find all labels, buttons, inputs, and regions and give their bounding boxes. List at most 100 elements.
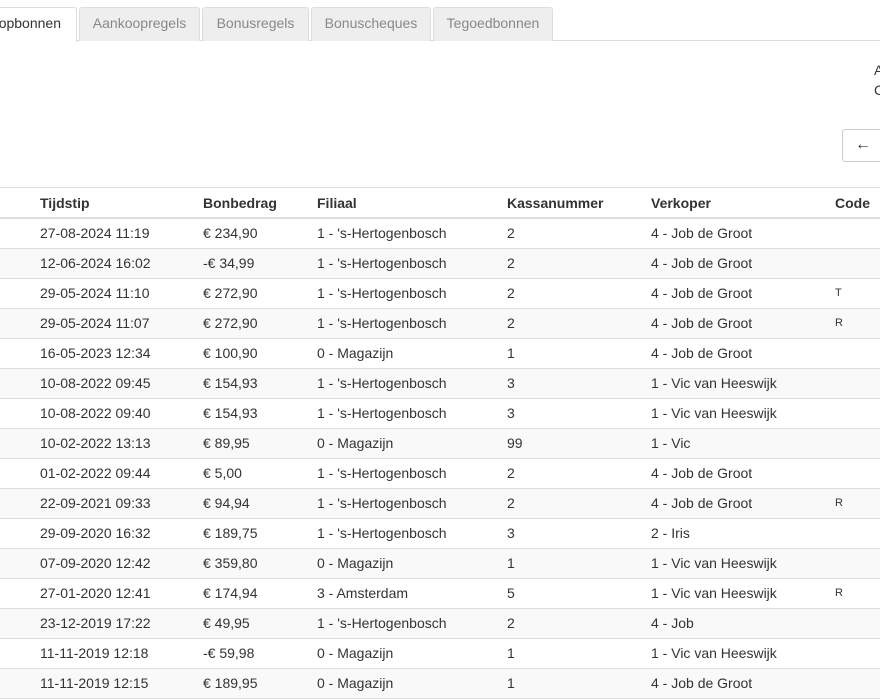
arrow-left-icon: ← <box>855 136 871 153</box>
table-row[interactable]: 01-02-2022 09:44 € 5,00 1 - 's-Hertogenbos… <box>0 459 880 489</box>
cell-amount: € 94,94 <box>203 495 250 511</box>
cell-seller: 2 - Iris <box>651 525 690 541</box>
cell-register: 1 <box>507 645 515 661</box>
table-row[interactable]: 29-05-2024 11:07 € 272,90 1 - 's-Hertogenb… <box>0 309 880 339</box>
table-row[interactable]: 22-09-2021 09:33 € 94,94 1 - 's-Hertogenbo… <box>0 489 880 519</box>
side-info-line-1: A <box>874 62 880 78</box>
cell-register: 1 <box>507 555 515 571</box>
tab-bonusregels[interactable]: Bonusregels <box>202 7 309 41</box>
cell-time: 23-12-2019 17:22 <box>40 615 151 631</box>
cell-seller: 1 - Vic van Heeswijk <box>651 585 777 601</box>
table-row[interactable]: 16-05-2023 12:34 € 100,90 0 - Magazijn 1 4 -… <box>0 339 880 369</box>
header-time[interactable]: Tijdstip <box>40 188 90 218</box>
cell-time: 01-02-2022 09:44 <box>40 465 151 481</box>
cell-branch: 3 - Amsterdam <box>317 585 409 601</box>
cell-time: 29-05-2024 11:07 <box>40 315 150 331</box>
side-info-line-2: C <box>874 82 880 98</box>
cell-amount: € 49,95 <box>203 615 250 631</box>
cell-register: 99 <box>507 435 523 451</box>
table-row[interactable]: 10-08-2022 09:45 € 154,93 1 - 's-Hertogenb… <box>0 369 880 399</box>
tab-verkoopbonnen[interactable]: opbonnen <box>0 7 77 42</box>
cell-amount: € 359,80 <box>203 555 258 571</box>
tab-label: opbonnen <box>0 15 61 31</box>
cell-register: 5 <box>507 585 515 601</box>
cell-seller: 1 - Vic van Heeswijk <box>651 555 777 571</box>
cell-register: 2 <box>507 285 515 301</box>
cell-register: 2 <box>507 255 515 271</box>
header-register[interactable]: Kassanummer <box>507 188 604 218</box>
cell-seller: 1 - Vic van Heeswijk <box>651 405 777 421</box>
cell-branch: 1 - 's-Hertogenbosch <box>317 255 447 271</box>
cell-time: 12-06-2024 16:02 <box>40 255 151 271</box>
cell-branch: 1 - 's-Hertogenbosch <box>317 525 447 541</box>
cell-seller: 1 - Vic <box>651 435 691 451</box>
table-row[interactable]: 11-11-2019 12:18 -€ 59,98 0 - Magazijn 1 1 -… <box>0 639 880 669</box>
cell-register: 1 <box>507 675 515 691</box>
cell-register: 3 <box>507 525 515 541</box>
cell-amount: € 272,90 <box>203 285 258 301</box>
table-header-row: Tijdstip Bonbedrag Filiaal Kassanummer V… <box>0 188 880 219</box>
cell-branch: 1 - 's-Hertogenbosch <box>317 285 447 301</box>
cell-branch: 1 - 's-Hertogenbosch <box>317 225 447 241</box>
table-row[interactable]: 07-09-2020 12:42 € 359,80 0 - Magazijn 1 1 -… <box>0 549 880 579</box>
table-row[interactable]: 11-11-2019 12:15 € 189,95 0 - Magazijn 1 4 -… <box>0 669 880 699</box>
table-row[interactable]: 29-09-2020 16:32 € 189,75 1 - 's-Hertogenb… <box>0 519 880 549</box>
cell-register: 2 <box>507 225 515 241</box>
cell-register: 3 <box>507 375 515 391</box>
cell-seller: 4 - Job de Groot <box>651 315 753 331</box>
cell-register: 1 <box>507 345 515 361</box>
table-row[interactable]: 27-01-2020 12:41 € 174,94 3 - Amsterdam 5 1 … <box>0 579 880 609</box>
cell-amount: -€ 34,99 <box>203 255 255 271</box>
cell-amount: € 154,93 <box>203 375 258 391</box>
cell-amount: € 154,93 <box>203 405 258 421</box>
cell-branch: 0 - Magazijn <box>317 675 394 691</box>
cell-seller: 4 - Job de Groot <box>651 675 753 691</box>
cell-seller: 4 - Job de Groot <box>651 495 753 511</box>
tab-tegoedbonnen[interactable]: Tegoedbonnen <box>433 7 553 41</box>
tab-aankoopregels[interactable]: Aankoopregels <box>79 7 200 41</box>
cell-time: 10-08-2022 09:40 <box>40 405 151 421</box>
table-row[interactable]: 10-02-2022 13:13 € 89,95 0 - Magazijn 99 1 -… <box>0 429 880 459</box>
cell-branch: 0 - Magazijn <box>317 345 394 361</box>
header-amount[interactable]: Bonbedrag <box>203 188 277 218</box>
cell-amount: € 5,00 <box>203 465 242 481</box>
previous-button[interactable]: ← <box>842 129 880 162</box>
table-row[interactable]: 29-05-2024 11:10 € 272,90 1 - 's-Hertogenb… <box>0 279 880 309</box>
tab-bonuscheques[interactable]: Bonuscheques <box>311 7 431 41</box>
cell-time: 16-05-2023 12:34 <box>40 345 151 361</box>
cell-register: 2 <box>507 465 515 481</box>
cell-register: 2 <box>507 315 515 331</box>
tab-bar: opbonnen Aankoopregels Bonusregels Bonus… <box>0 0 880 42</box>
cell-branch: 0 - Magazijn <box>317 645 394 661</box>
receipts-table: Tijdstip Bonbedrag Filiaal Kassanummer V… <box>0 187 880 699</box>
table-row[interactable]: 27-08-2024 11:19 € 234,90 1 - 's-Hertogenb… <box>0 219 880 249</box>
cell-branch: 0 - Magazijn <box>317 435 394 451</box>
table-row[interactable]: 23-12-2019 17:22 € 49,95 1 - 's-Hertogenbo… <box>0 609 880 639</box>
cell-register: 2 <box>507 615 515 631</box>
cell-time: 11-11-2019 12:15 <box>40 675 149 691</box>
cell-code: T <box>835 287 842 299</box>
cell-amount: € 174,94 <box>203 585 258 601</box>
cell-code: R <box>835 587 843 599</box>
cell-register: 2 <box>507 495 515 511</box>
cell-amount: € 234,90 <box>203 225 258 241</box>
cell-seller: 1 - Vic van Heeswijk <box>651 645 777 661</box>
cell-time: 29-09-2020 16:32 <box>40 525 151 541</box>
cell-time: 27-01-2020 12:41 <box>40 585 151 601</box>
cell-register: 3 <box>507 405 515 421</box>
header-branch[interactable]: Filiaal <box>317 188 357 218</box>
cell-time: 07-09-2020 12:42 <box>40 555 151 571</box>
header-code[interactable]: Code <box>835 188 870 218</box>
cell-time: 27-08-2024 11:19 <box>40 225 150 241</box>
cell-branch: 1 - 's-Hertogenbosch <box>317 315 447 331</box>
header-seller[interactable]: Verkoper <box>651 188 711 218</box>
cell-amount: -€ 59,98 <box>203 645 255 661</box>
cell-seller: 1 - Vic van Heeswijk <box>651 375 777 391</box>
cell-amount: € 272,90 <box>203 315 258 331</box>
cell-branch: 1 - 's-Hertogenbosch <box>317 495 447 511</box>
table-row[interactable]: 10-08-2022 09:40 € 154,93 1 - 's-Hertogenb… <box>0 399 880 429</box>
cell-branch: 1 - 's-Hertogenbosch <box>317 615 447 631</box>
cell-amount: € 100,90 <box>203 345 258 361</box>
table-row[interactable]: 12-06-2024 16:02 -€ 34,99 1 - 's-Hertogenb… <box>0 249 880 279</box>
cell-code: R <box>835 497 843 509</box>
